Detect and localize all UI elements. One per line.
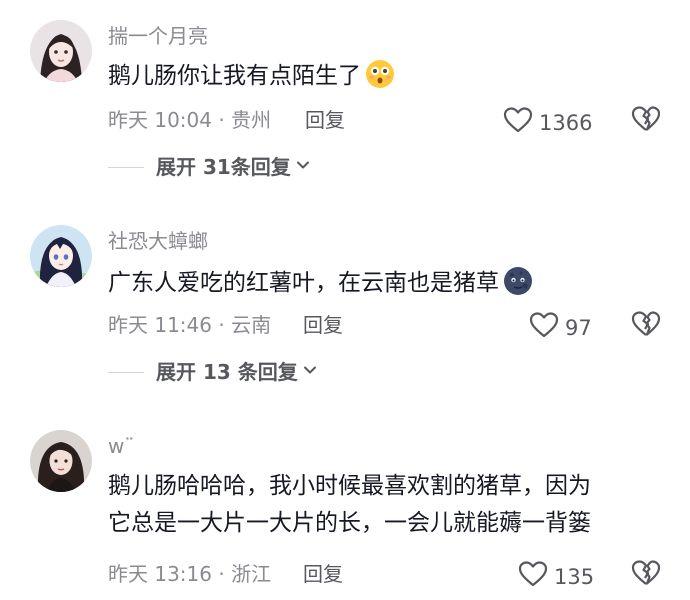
comment-text: 鹅儿肠哈哈哈，我小时候最喜欢割的猪草，因为 它总是一大片一大片的长，一会儿就能薅… bbox=[108, 468, 668, 542]
heart-outline-icon bbox=[503, 106, 533, 139]
broken-heart-icon bbox=[631, 560, 661, 591]
username[interactable]: 社恐大蟑螂 bbox=[108, 229, 208, 253]
chevron-down-icon bbox=[295, 157, 311, 177]
comment-meta: 昨天 10:04 · 贵州 bbox=[108, 108, 272, 132]
expand-replies-label: 展开 31条回复 bbox=[156, 155, 291, 179]
like-button[interactable]: 97 bbox=[529, 311, 592, 344]
like-count: 135 bbox=[554, 564, 595, 589]
dislike-button[interactable] bbox=[631, 310, 661, 342]
avatar[interactable] bbox=[30, 430, 92, 492]
reply-button[interactable]: 回复 bbox=[305, 108, 345, 132]
dislike-button[interactable] bbox=[631, 559, 661, 591]
reply-button[interactable]: 回复 bbox=[303, 313, 343, 337]
divider bbox=[108, 166, 144, 168]
username[interactable]: 揣一个月亮 bbox=[108, 24, 208, 48]
heart-outline-icon bbox=[529, 311, 559, 344]
comment-meta: 昨天 11:46 · 云南 bbox=[108, 313, 272, 337]
dark-moon-face-emoji bbox=[503, 266, 533, 308]
broken-heart-icon bbox=[631, 106, 661, 137]
expand-replies-button[interactable]: 展开 31条回复 bbox=[108, 155, 311, 179]
comment-text: 广东人爱吃的红薯叶，在云南也是猪草 bbox=[108, 265, 668, 308]
flushed-face-emoji bbox=[365, 59, 395, 101]
comment-text: 鹅儿肠你让我有点陌生了 bbox=[108, 58, 668, 101]
expand-replies-button[interactable]: 展开 13 条回复 bbox=[108, 360, 318, 384]
divider bbox=[108, 371, 144, 373]
like-button[interactable]: 135 bbox=[518, 560, 594, 593]
comment-meta: 昨天 13:16 · 浙江 bbox=[108, 562, 272, 586]
chevron-down-icon bbox=[302, 362, 318, 382]
broken-heart-icon bbox=[631, 311, 661, 342]
comment-text-line: 它总是一大片一大片的长，一会儿就能薅一背篓 bbox=[108, 510, 591, 536]
comment-text-body: 鹅儿肠你让我有点陌生了 bbox=[108, 63, 361, 89]
comment-text-line: 鹅儿肠哈哈哈，我小时候最喜欢割的猪草，因为 bbox=[108, 473, 591, 499]
dislike-button[interactable] bbox=[631, 105, 661, 137]
comment-text-body: 广东人爱吃的红薯叶，在云南也是猪草 bbox=[108, 270, 499, 296]
expand-replies-label: 展开 13 条回复 bbox=[156, 360, 298, 384]
username[interactable]: w¨ bbox=[108, 434, 134, 458]
avatar[interactable] bbox=[30, 20, 92, 82]
avatar[interactable] bbox=[30, 225, 92, 287]
heart-outline-icon bbox=[518, 560, 548, 593]
like-count: 97 bbox=[565, 315, 592, 340]
like-button[interactable]: 1366 bbox=[503, 106, 592, 139]
reply-button[interactable]: 回复 bbox=[303, 562, 343, 586]
like-count: 1366 bbox=[539, 110, 593, 135]
